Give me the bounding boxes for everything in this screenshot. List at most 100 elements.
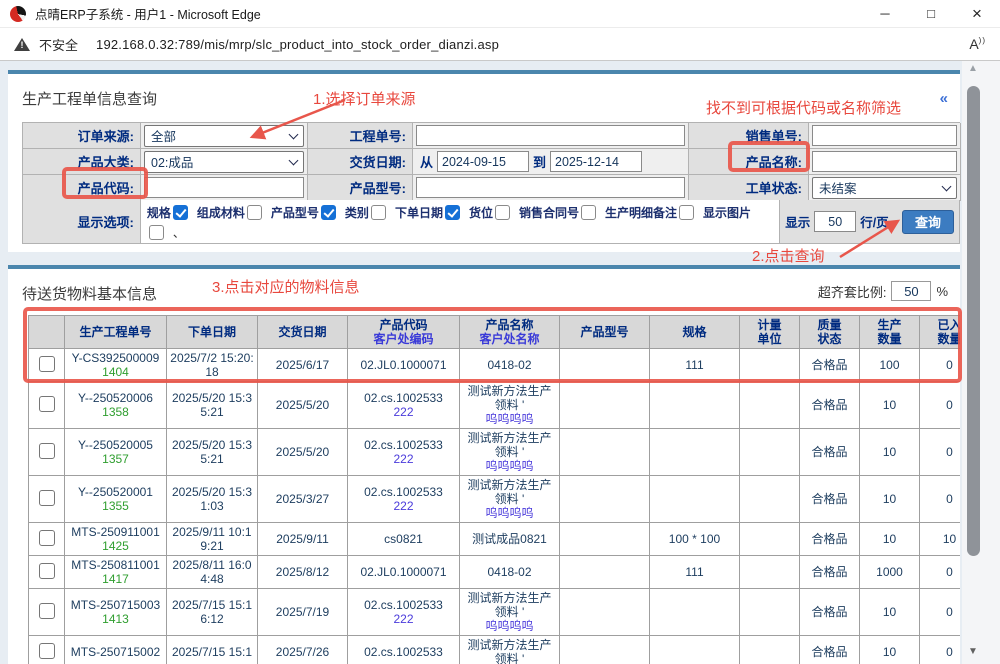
row-checkbox[interactable] <box>39 530 55 546</box>
title-bar: 点晴ERP子系统 - 用户1 - Microsoft Edge ─ □ × <box>0 0 1000 28</box>
pager-cell: 显示 行/页 查询 <box>780 200 960 244</box>
url-text[interactable]: 192.168.0.32:789/mis/mrp/slc_product_int… <box>96 37 499 52</box>
sales-no-input[interactable] <box>812 125 957 146</box>
table-row[interactable]: MTS-2508110011417 2025/8/11 16:04:48 202… <box>29 556 961 589</box>
scrollbar-track[interactable]: ▲ ▼ <box>962 61 1000 664</box>
cell-unit <box>740 556 800 589</box>
cell-unit <box>740 476 800 523</box>
project-no-input[interactable] <box>416 125 685 146</box>
cell-delivery-date: 2025/7/19 <box>258 589 348 636</box>
options-label: 显示选项: <box>23 200 141 244</box>
cell-delivery-date: 2025/3/27 <box>258 476 348 523</box>
option-checkbox-item[interactable]: 类别 <box>345 205 395 220</box>
minimize-icon[interactable]: ─ <box>862 0 908 28</box>
checkbox[interactable] <box>371 205 386 220</box>
delivery-from-input[interactable] <box>437 151 529 172</box>
cell-product-name: 测试新方法生产领料 '呜呜呜呜 <box>460 382 560 429</box>
row-checkbox[interactable] <box>39 603 55 619</box>
cell-prod-qty: 10 <box>860 523 920 556</box>
cell-order-no: Y-CS3925000091404 <box>65 349 167 382</box>
cell-select <box>29 523 65 556</box>
scrollbar-thumb[interactable] <box>967 86 980 556</box>
scrollbar-up-icon[interactable]: ▲ <box>965 63 981 74</box>
query-panel: 生产工程单信息查询 « 订单来源: 全部 工程单号: 销售单号: 产品大类: 0… <box>8 70 960 252</box>
cell-spec <box>650 429 740 476</box>
option-checkbox-item[interactable]: 组成材料 <box>197 205 271 220</box>
cell-order-no: Y--2505200061358 <box>65 382 167 429</box>
ratio-group: 超齐套比例: % <box>818 281 948 301</box>
page-size-prefix: 显示 <box>785 212 810 231</box>
cell-quality: 合格品 <box>800 476 860 523</box>
cell-product-code: cs0821 <box>348 523 460 556</box>
options-line-1: 规格组成材料产品型号类别下单日期货位销售合同号生产明细备注显示图片、 <box>147 205 751 240</box>
query-form: 订单来源: 全部 工程单号: 销售单号: 产品大类: 02:成品 交货日期: 从… <box>22 122 960 201</box>
chevron-down-icon <box>289 155 299 165</box>
query-button[interactable]: 查询 <box>902 210 954 234</box>
model-input[interactable] <box>416 177 685 198</box>
scrollbar-down-icon[interactable]: ▼ <box>965 646 981 657</box>
cell-order-no: MTS-2509110011425 <box>65 523 167 556</box>
ratio-input[interactable] <box>891 281 931 301</box>
product-code-input[interactable] <box>144 177 304 198</box>
option-checkbox-item[interactable]: 销售合同号 <box>519 205 605 220</box>
cell-model <box>560 429 650 476</box>
checkbox[interactable] <box>445 205 460 220</box>
cell-select <box>29 556 65 589</box>
cell-order-date: 2025/9/11 10:19:21 <box>167 523 258 556</box>
checkbox[interactable] <box>321 205 336 220</box>
checkbox[interactable] <box>173 205 188 220</box>
cell-model <box>560 476 650 523</box>
cell-prod-qty: 10 <box>860 382 920 429</box>
table-row[interactable]: Y--2505200011355 2025/5/20 15:31:03 2025… <box>29 476 961 523</box>
status-select[interactable]: 未结案 <box>812 177 957 199</box>
product-name-input[interactable] <box>812 151 957 172</box>
row-checkbox[interactable] <box>39 490 55 506</box>
cell-order-no: Y--2505200011355 <box>65 476 167 523</box>
table-row[interactable]: Y--2505200051357 2025/5/20 15:35:21 2025… <box>29 429 961 476</box>
table-row[interactable]: Y--2505200061358 2025/5/20 15:35:21 2025… <box>29 382 961 429</box>
checkbox[interactable] <box>581 205 596 220</box>
category-select[interactable]: 02:成品 <box>144 151 304 173</box>
checkbox[interactable] <box>679 205 694 220</box>
table-header-row: 生产工程单号 下单日期 交货日期 产品代码客户处编码 产品名称客户处名称 产品型… <box>29 316 961 349</box>
maximize-icon[interactable]: □ <box>908 0 954 28</box>
table-row[interactable]: MTS-250715002 2025/7/15 15:1 2025/7/26 0… <box>29 636 961 664</box>
checkbox[interactable] <box>149 225 164 240</box>
checkbox[interactable] <box>495 205 510 220</box>
row-checkbox[interactable] <box>39 396 55 412</box>
order-source-select[interactable]: 全部 <box>144 125 304 147</box>
ratio-label: 超齐套比例: <box>818 282 887 301</box>
delivery-to-input[interactable] <box>550 151 642 172</box>
option-checkbox-item[interactable]: 规格 <box>147 205 197 220</box>
cell-unit <box>740 349 800 382</box>
cell-in-qty: 0 <box>920 429 961 476</box>
page-size-input[interactable] <box>814 211 856 232</box>
table-row[interactable]: Y-CS3925000091404 2025/7/2 15:20:18 2025… <box>29 349 961 382</box>
read-aloud-icon[interactable]: A <box>969 36 986 52</box>
cell-order-no: Y--2505200051357 <box>65 429 167 476</box>
option-checkbox-item[interactable]: 货位 <box>469 205 519 220</box>
cell-quality: 合格品 <box>800 523 860 556</box>
cell-select <box>29 636 65 664</box>
cell-product-name: 测试新方法生产领料 '呜呜呜呜 <box>460 476 560 523</box>
to-label: 到 <box>533 152 546 171</box>
option-checkbox-item[interactable]: 生产明细备注 <box>605 205 703 220</box>
row-checkbox[interactable] <box>39 356 55 372</box>
close-icon[interactable]: × <box>954 0 1000 28</box>
option-checkbox-item[interactable]: 产品型号 <box>271 205 345 220</box>
cell-order-no: MTS-2507150031413 <box>65 589 167 636</box>
collapse-icon[interactable]: « <box>940 90 948 107</box>
cell-in-qty: 0 <box>920 476 961 523</box>
row-checkbox[interactable] <box>39 443 55 459</box>
option-checkbox-item[interactable]: 下单日期 <box>395 205 469 220</box>
category-label: 产品大类: <box>23 149 141 175</box>
row-checkbox[interactable] <box>39 563 55 579</box>
checkbox[interactable] <box>247 205 262 220</box>
row-checkbox[interactable] <box>39 643 55 659</box>
product-code-label: 产品代码: <box>23 175 141 201</box>
table-row[interactable]: MTS-2507150031413 2025/7/15 15:16:12 202… <box>29 589 961 636</box>
table-row[interactable]: MTS-2509110011425 2025/9/11 10:19:21 202… <box>29 523 961 556</box>
col-select <box>29 316 65 349</box>
address-bar[interactable]: 不安全 192.168.0.32:789/mis/mrp/slc_product… <box>0 28 1000 61</box>
ratio-unit: % <box>936 284 948 299</box>
